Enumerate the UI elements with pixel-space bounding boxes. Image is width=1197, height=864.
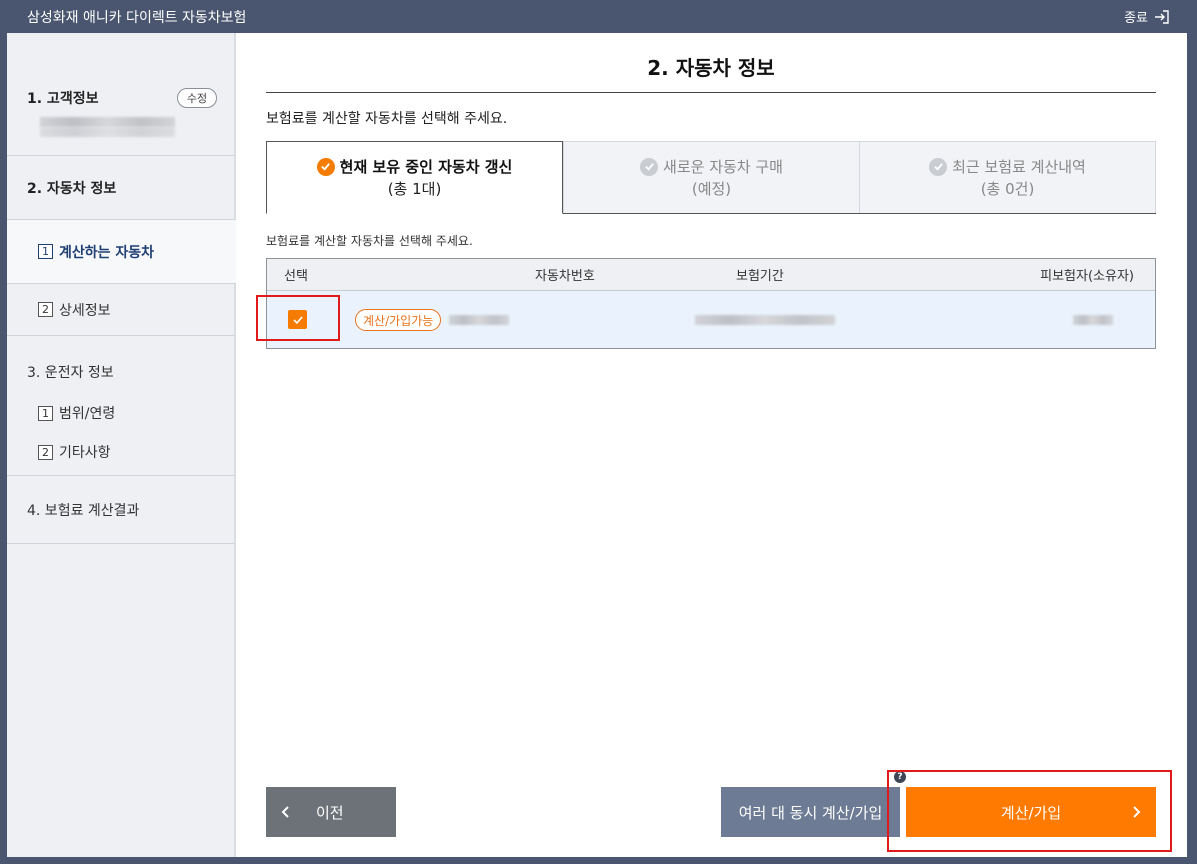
edit-customer-button[interactable]: 수정	[177, 88, 217, 108]
highlight-box	[256, 295, 340, 341]
page-title: 2. 자동차 정보	[266, 52, 1156, 93]
title-bar: 삼성화재 애니카 다이렉트 자동차보험 종료	[0, 0, 1197, 33]
prev-button[interactable]: 이전	[266, 787, 396, 837]
tab-label: 현재 보유 중인 자동차 갱신	[339, 157, 513, 176]
masked-insurance-period	[695, 315, 835, 325]
check-circle-icon	[640, 157, 659, 176]
sidebar: 1. 고객정보 수정 2. 자동차 정보 1 계산하는 자동차 2 상세정보 3…	[7, 33, 236, 857]
sidebar-item-calc-car[interactable]: 1 계산하는 자동차	[7, 220, 236, 284]
step-number: 2	[38, 444, 53, 460]
sidebar-item-details[interactable]: 2 상세정보	[7, 284, 234, 336]
sidebar-item-etc[interactable]: 2 기타사항	[27, 442, 234, 462]
sub-guide-text: 보험료를 계산할 자동차를 선택해 주세요.	[266, 234, 473, 248]
multi-calc-button[interactable]: 여러 대 동시 계산/가입	[721, 787, 900, 837]
tab-count: (예정)	[691, 179, 732, 198]
sidebar-step-customer: 1. 고객정보 수정	[7, 33, 234, 156]
table-header: 선택 자동차번호 보험기간 피보험자(소유자)	[267, 259, 1155, 291]
car-type-tabs: 현재 보유 중인 자동차 갱신 (총 1대) 새로운 자동차 구매 (예정) 최…	[266, 141, 1156, 214]
window-title: 삼성화재 애니카 다이렉트 자동차보험	[27, 9, 247, 26]
exit-icon	[1155, 9, 1169, 24]
chevron-left-icon	[281, 806, 289, 818]
tab-current-car[interactable]: 현재 보유 중인 자동차 갱신 (총 1대)	[266, 141, 563, 214]
main-content: 2. 자동차 정보 보험료를 계산할 자동차를 선택해 주세요. 현재 보유 중…	[236, 33, 1187, 857]
column-header-insured: 피보험자(소유자)	[1040, 269, 1134, 284]
masked-insured-name	[1073, 315, 1113, 325]
sidebar-item-label: 상세정보	[59, 302, 111, 319]
car-table: 선택 자동차번호 보험기간 피보험자(소유자) 계산/가입가능	[266, 258, 1156, 349]
tab-count: (총 1대)	[387, 179, 442, 198]
step-number: 1	[38, 405, 53, 421]
masked-customer-info	[40, 127, 175, 137]
column-header-period: 보험기간	[736, 269, 784, 284]
check-circle-icon	[929, 157, 948, 176]
main-window: 1. 고객정보 수정 2. 자동차 정보 1 계산하는 자동차 2 상세정보 3…	[7, 33, 1187, 857]
table-row[interactable]: 계산/가입가능	[267, 291, 1155, 348]
check-circle-icon	[316, 157, 335, 176]
highlight-box	[887, 770, 1172, 852]
masked-car-number	[449, 315, 509, 325]
sidebar-item-label: 계산하는 자동차	[59, 244, 155, 261]
sidebar-item-range-age[interactable]: 1 범위/연령	[27, 403, 234, 423]
tab-label: 새로운 자동차 구매	[663, 157, 783, 176]
close-label: 종료	[1124, 11, 1148, 26]
tab-count: (총 0건)	[980, 179, 1035, 198]
sidebar-step-result: 4. 보험료 계산결과	[7, 476, 234, 544]
masked-customer-info	[40, 117, 175, 127]
close-button[interactable]: 종료	[1124, 7, 1169, 26]
prev-button-label: 이전	[316, 803, 344, 822]
sidebar-step-car: 2. 자동차 정보	[7, 156, 234, 220]
step-number: 2	[38, 302, 53, 317]
step-number: 1	[38, 244, 53, 259]
sidebar-item-label: 범위/연령	[59, 406, 116, 422]
tab-recent-history[interactable]: 최근 보험료 계산내역 (총 0건)	[860, 141, 1156, 213]
sidebar-step-driver: 3. 운전자 정보 1 범위/연령 2 기타사항	[7, 336, 234, 476]
tab-label: 최근 보험료 계산내역	[952, 157, 1086, 176]
guide-text: 보험료를 계산할 자동차를 선택해 주세요.	[266, 111, 508, 127]
sidebar-item-label: 기타사항	[59, 445, 111, 461]
column-header-car-number: 자동차번호	[535, 269, 595, 284]
tab-new-car[interactable]: 새로운 자동차 구매 (예정)	[563, 141, 860, 213]
status-badge: 계산/가입가능	[355, 309, 442, 331]
sidebar-step-driver-label: 3. 운전자 정보	[27, 365, 114, 381]
column-header-select: 선택	[284, 269, 308, 284]
